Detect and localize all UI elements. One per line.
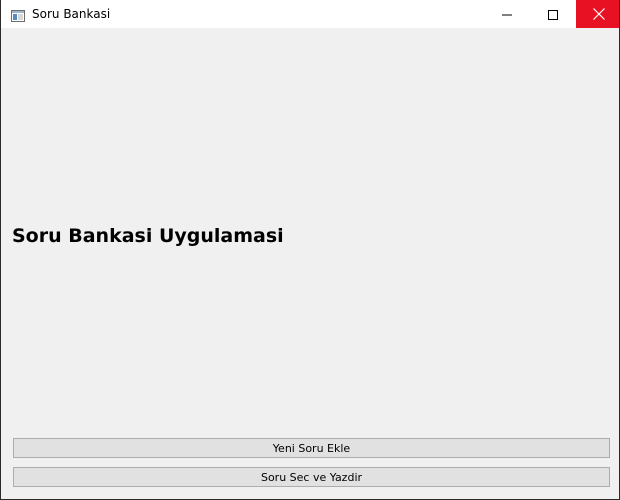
page-title: Soru Bankasi Uygulamasi <box>12 225 284 247</box>
close-icon <box>592 5 605 24</box>
maximize-button[interactable] <box>530 0 576 28</box>
maximize-icon <box>548 5 558 24</box>
close-button[interactable] <box>576 0 619 28</box>
add-question-button[interactable]: Yeni Soru Ekle <box>13 438 610 458</box>
minimize-button[interactable] <box>484 0 530 28</box>
app-window: Soru Bankasi Soru Bankasi Uygulamasi Yen… <box>0 0 620 500</box>
minimize-icon <box>502 5 512 24</box>
title-bar[interactable]: Soru Bankasi <box>1 0 619 28</box>
window-title: Soru Bankasi <box>32 7 111 21</box>
select-print-button[interactable]: Soru Sec ve Yazdir <box>13 467 610 487</box>
window-app-icon <box>11 7 25 22</box>
client-area: Soru Bankasi Uygulamasi Yeni Soru Ekle S… <box>1 28 619 499</box>
